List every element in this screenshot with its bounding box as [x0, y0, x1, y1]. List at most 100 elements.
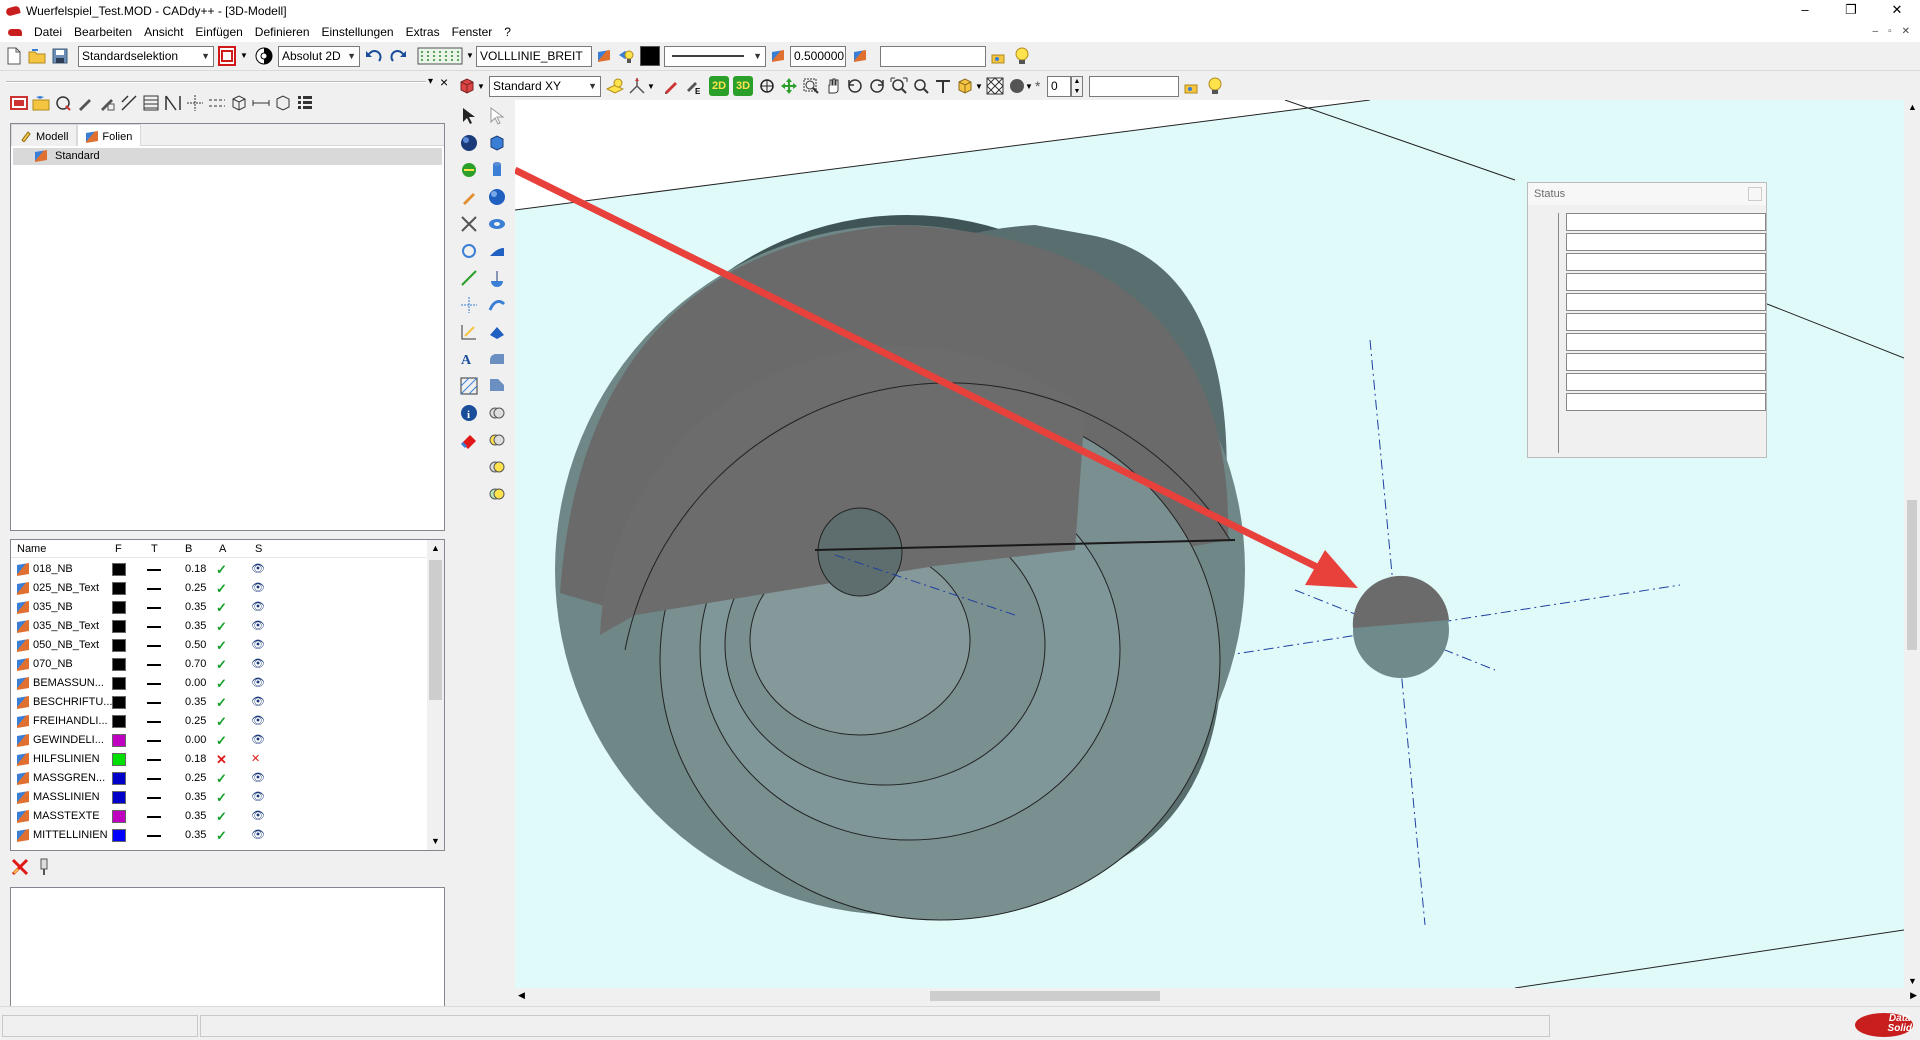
orbit-icon[interactable] — [757, 76, 777, 96]
scrollbar-thumb[interactable] — [930, 991, 1160, 1001]
layer-linetype[interactable] — [147, 759, 161, 761]
status-window[interactable]: Status — [1527, 182, 1767, 458]
chevron-down-icon[interactable]: ▼ — [466, 51, 474, 60]
layer-color-swatch[interactable] — [112, 696, 126, 709]
layer-color-swatch[interactable] — [112, 791, 126, 804]
delete-layer-icon[interactable] — [10, 857, 30, 877]
check-icon[interactable]: ✓ — [216, 788, 227, 807]
cube-tool-icon[interactable] — [487, 133, 507, 153]
layer-icon[interactable] — [594, 46, 614, 66]
text-tool-icon[interactable]: A — [459, 349, 479, 369]
select-arrow-icon[interactable] — [459, 106, 479, 126]
status-field-8[interactable] — [1566, 353, 1766, 371]
measure-icon[interactable] — [251, 93, 271, 113]
layer-linetype[interactable] — [147, 816, 161, 818]
boolean-subtract-icon[interactable] — [487, 430, 507, 450]
hatch-icon[interactable] — [141, 93, 161, 113]
save-icon[interactable] — [50, 46, 70, 66]
layer-spinner[interactable]: ▲ ▼ — [1071, 76, 1083, 97]
crosshair-icon[interactable] — [185, 93, 205, 113]
layer-list-scrollbar[interactable]: ▲ ▼ — [427, 540, 444, 850]
eye-icon[interactable]: 👁 — [251, 560, 265, 579]
box-icon[interactable] — [229, 93, 249, 113]
scrollbar-thumb[interactable] — [1907, 500, 1917, 650]
move-view-icon[interactable] — [779, 76, 799, 96]
menu-einstellungen[interactable]: Einstellungen — [316, 25, 400, 39]
plane-bulb-icon[interactable] — [605, 76, 625, 96]
check-icon[interactable]: ✓ — [216, 579, 227, 598]
layer-linetype[interactable] — [147, 626, 161, 628]
tab-modell[interactable]: Modell — [11, 124, 78, 146]
layer-row[interactable]: BEMASSUN... 0.00 ✓ 👁 — [11, 674, 426, 693]
offset-line-icon[interactable] — [207, 93, 227, 113]
column-t[interactable]: T — [151, 543, 158, 555]
tab-folien[interactable]: Folien — [77, 124, 142, 146]
pen-e-icon[interactable]: E — [683, 76, 703, 96]
layer-color-swatch[interactable] — [112, 620, 126, 633]
model-view-icon[interactable] — [9, 93, 29, 113]
layer-linetype[interactable] — [147, 588, 161, 590]
layer-row[interactable]: MITTELLINIEN 0.35 ✓ 👁 — [11, 826, 426, 845]
eye-icon[interactable]: 👁 — [251, 617, 265, 636]
color-swatch[interactable] — [640, 46, 660, 66]
close-button[interactable]: ✕ — [1874, 0, 1920, 22]
hatch-tool-icon[interactable] — [459, 376, 479, 396]
scrollbar-thumb[interactable] — [429, 560, 442, 700]
layer-color-swatch[interactable] — [112, 772, 126, 785]
coordinate-mode-icon[interactable] — [254, 46, 274, 66]
layer-row[interactable]: 050_NB_Text 0.50 ✓ 👁 — [11, 636, 426, 655]
eye-icon[interactable]: 👁 — [251, 712, 265, 731]
tree-item-standard[interactable]: Standard — [13, 148, 442, 165]
layer-stack-icon[interactable] — [850, 46, 870, 66]
cross-icon[interactable]: ✕ — [216, 750, 227, 769]
highlight-icon[interactable] — [990, 46, 1010, 66]
select-arrow-light-icon[interactable] — [487, 106, 507, 126]
coordinate-mode-select[interactable]: Absolut 2D ▼ — [278, 46, 360, 67]
viewport-vertical-scrollbar[interactable]: ▲ ▼ — [1904, 100, 1920, 988]
redo-icon[interactable] — [388, 46, 408, 66]
layer-color-swatch[interactable] — [112, 563, 126, 576]
eye-icon[interactable]: 👁 — [251, 693, 265, 712]
check-icon[interactable]: ✓ — [216, 807, 227, 826]
layer-color-swatch[interactable] — [112, 658, 126, 671]
layer-linetype[interactable] — [147, 607, 161, 609]
info-tool-icon[interactable]: i — [459, 403, 479, 423]
column-name[interactable]: Name — [17, 543, 46, 555]
scroll-down-icon[interactable]: ▼ — [427, 833, 444, 850]
cylinder-tool-icon[interactable] — [487, 160, 507, 180]
check-icon[interactable]: ✓ — [216, 636, 227, 655]
scroll-left-icon[interactable]: ◀ — [518, 990, 525, 1001]
render-sphere-icon[interactable] — [1007, 76, 1027, 96]
boolean-union-icon[interactable] — [487, 403, 507, 423]
chevron-down-icon[interactable]: ▼ — [975, 82, 983, 91]
layer-color-swatch[interactable] — [112, 810, 126, 823]
layer-linetype[interactable] — [147, 835, 161, 837]
pin-layer-icon[interactable] — [34, 857, 54, 877]
grid-pattern-icon[interactable] — [416, 46, 464, 66]
dimension-tool-icon[interactable] — [459, 160, 479, 180]
layer-linetype[interactable] — [147, 740, 161, 742]
extrude-icon[interactable] — [273, 93, 293, 113]
layer-row[interactable]: MASSGREN... 0.25 ✓ 👁 — [11, 769, 426, 788]
status-field-3[interactable] — [1566, 253, 1766, 271]
eye-icon[interactable]: 👁 — [251, 674, 265, 693]
section-plane-icon[interactable] — [933, 76, 953, 96]
eye-icon[interactable]: 👁 — [251, 598, 265, 617]
rotate-left-icon[interactable] — [845, 76, 865, 96]
scroll-up-icon[interactable]: ▲ — [1908, 102, 1917, 112]
scroll-up-icon[interactable]: ▲ — [427, 540, 444, 557]
axis-icon[interactable] — [627, 76, 647, 96]
eye-icon[interactable]: 👁 — [251, 636, 265, 655]
layer-row[interactable]: 018_NB 0.18 ✓ 👁 — [11, 560, 426, 579]
scroll-down-icon[interactable]: ▼ — [1908, 976, 1917, 986]
circle-select-icon[interactable] — [53, 93, 73, 113]
panel-close-button[interactable]: × — [440, 74, 448, 90]
pan-hand-icon[interactable] — [823, 76, 843, 96]
revolve-tool-icon[interactable] — [487, 268, 507, 288]
layer-linetype[interactable] — [147, 683, 161, 685]
mdi-close-button[interactable]: ✕ — [1902, 22, 1910, 42]
edit-icon[interactable] — [97, 93, 117, 113]
line-width-field[interactable]: 0.500000 — [790, 46, 846, 67]
minimize-button[interactable]: – — [1782, 0, 1828, 22]
highlight-icon[interactable] — [1183, 76, 1203, 96]
